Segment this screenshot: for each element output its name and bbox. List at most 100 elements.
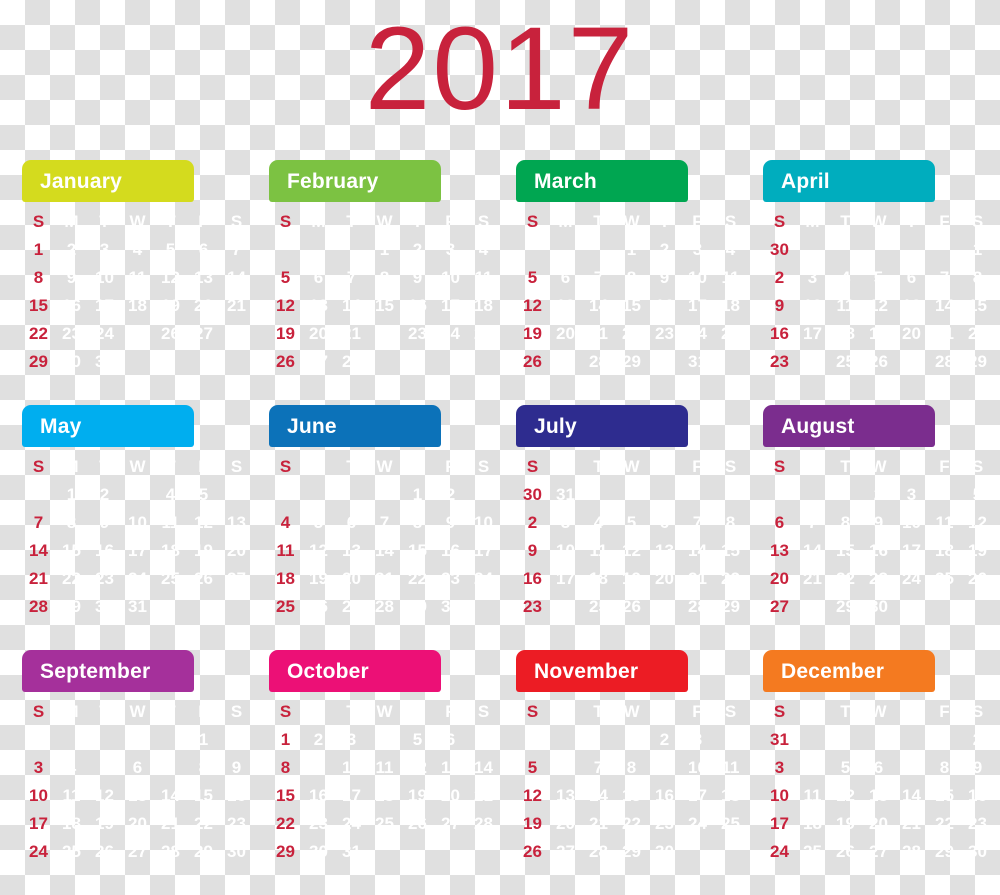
day-cell[interactable]: 10 (467, 508, 500, 536)
day-cell[interactable]: 29 (187, 837, 220, 865)
day-cell[interactable]: 25 (714, 809, 747, 837)
day-cell[interactable]: 4 (269, 508, 302, 536)
day-cell[interactable]: 22 (615, 809, 648, 837)
day-cell[interactable]: 9 (516, 536, 549, 564)
month-header-november[interactable]: November (516, 650, 688, 692)
day-cell[interactable]: 6 (763, 508, 796, 536)
day-cell[interactable]: 28 (467, 809, 500, 837)
day-cell[interactable]: 9 (88, 508, 121, 536)
month-header-august[interactable]: August (763, 405, 935, 447)
day-cell[interactable]: 20 (895, 319, 928, 347)
day-cell[interactable]: 7 (681, 508, 714, 536)
day-cell[interactable]: 19 (862, 319, 895, 347)
day-cell[interactable]: 24 (895, 564, 928, 592)
day-cell[interactable]: 4 (368, 725, 401, 753)
day-cell[interactable]: 21 (895, 809, 928, 837)
day-cell[interactable]: 7 (368, 508, 401, 536)
day-cell[interactable]: 19 (401, 781, 434, 809)
day-cell[interactable]: 12 (187, 508, 220, 536)
day-cell[interactable]: 10 (88, 263, 121, 291)
day-cell[interactable]: 17 (796, 319, 829, 347)
day-cell[interactable]: 15 (368, 291, 401, 319)
day-cell[interactable]: 18 (582, 564, 615, 592)
day-cell[interactable]: 29 (615, 837, 648, 865)
day-cell[interactable]: 9 (401, 263, 434, 291)
day-cell[interactable]: 2 (302, 725, 335, 753)
day-cell[interactable]: 12 (516, 781, 549, 809)
day-cell[interactable]: 16 (648, 291, 681, 319)
day-cell[interactable]: 16 (88, 536, 121, 564)
day-cell[interactable]: 5 (829, 753, 862, 781)
day-cell[interactable]: 14 (796, 536, 829, 564)
day-cell[interactable]: 8 (615, 263, 648, 291)
day-cell[interactable]: 22 (368, 319, 401, 347)
day-cell[interactable]: 29 (269, 837, 302, 865)
day-cell[interactable]: 10 (434, 263, 467, 291)
day-cell[interactable]: 7 (796, 508, 829, 536)
day-cell[interactable]: 15 (55, 536, 88, 564)
day-cell[interactable]: 26 (862, 347, 895, 375)
day-cell[interactable]: 25 (796, 837, 829, 865)
day-cell[interactable]: 27 (434, 809, 467, 837)
day-cell[interactable]: 27 (187, 319, 220, 347)
day-cell[interactable]: 19 (88, 809, 121, 837)
day-cell[interactable]: 6 (549, 753, 582, 781)
day-cell[interactable]: 31 (121, 592, 154, 620)
day-cell[interactable]: 13 (187, 263, 220, 291)
day-cell[interactable]: 12 (961, 508, 994, 536)
day-cell[interactable]: 30 (516, 480, 549, 508)
day-cell[interactable]: 25 (121, 319, 154, 347)
day-cell[interactable]: 16 (55, 291, 88, 319)
day-cell[interactable]: 13 (549, 291, 582, 319)
day-cell[interactable]: 8 (269, 753, 302, 781)
day-cell[interactable]: 19 (615, 564, 648, 592)
day-cell[interactable]: 27 (763, 592, 796, 620)
day-cell[interactable]: 3 (88, 235, 121, 263)
day-cell[interactable]: 10 (796, 291, 829, 319)
day-cell[interactable]: 15 (22, 291, 55, 319)
day-cell[interactable]: 3 (434, 235, 467, 263)
day-cell[interactable]: 5 (516, 753, 549, 781)
day-cell[interactable]: 24 (681, 809, 714, 837)
day-cell[interactable]: 3 (681, 235, 714, 263)
day-cell[interactable]: 4 (582, 508, 615, 536)
day-cell[interactable]: 28 (368, 592, 401, 620)
day-cell[interactable]: 29 (961, 347, 994, 375)
day-cell[interactable]: 19 (269, 319, 302, 347)
day-cell[interactable]: 2 (648, 235, 681, 263)
day-cell[interactable]: 17 (22, 809, 55, 837)
day-cell[interactable]: 2 (88, 480, 121, 508)
day-cell[interactable]: 1 (401, 480, 434, 508)
day-cell[interactable]: 3 (467, 480, 500, 508)
day-cell[interactable]: 12 (829, 781, 862, 809)
day-cell[interactable]: 5 (88, 753, 121, 781)
day-cell[interactable]: 11 (121, 263, 154, 291)
day-cell[interactable]: 2 (220, 725, 253, 753)
day-cell[interactable]: 16 (401, 291, 434, 319)
day-cell[interactable]: 16 (961, 781, 994, 809)
day-cell[interactable]: 28 (681, 592, 714, 620)
day-cell[interactable]: 6 (302, 263, 335, 291)
day-cell[interactable]: 31 (549, 480, 582, 508)
day-cell[interactable]: 6 (434, 725, 467, 753)
day-cell[interactable]: 1 (714, 480, 747, 508)
day-cell[interactable]: 19 (302, 564, 335, 592)
day-cell[interactable]: 1 (22, 235, 55, 263)
day-cell[interactable]: 19 (516, 809, 549, 837)
day-cell[interactable]: 8 (829, 508, 862, 536)
day-cell[interactable]: 18 (796, 809, 829, 837)
day-cell[interactable]: 21 (220, 291, 253, 319)
day-cell[interactable]: 8 (928, 753, 961, 781)
day-cell[interactable]: 30 (648, 347, 681, 375)
day-cell[interactable]: 23 (862, 564, 895, 592)
day-cell[interactable]: 6 (648, 508, 681, 536)
day-cell[interactable]: 30 (862, 592, 895, 620)
day-cell[interactable]: 5 (302, 508, 335, 536)
day-cell[interactable]: 15 (961, 291, 994, 319)
day-cell[interactable]: 24 (121, 564, 154, 592)
day-cell[interactable]: 29 (22, 347, 55, 375)
day-cell[interactable]: 2 (862, 480, 895, 508)
day-cell[interactable]: 1 (928, 725, 961, 753)
day-cell[interactable]: 2 (516, 508, 549, 536)
day-cell[interactable]: 21 (582, 319, 615, 347)
